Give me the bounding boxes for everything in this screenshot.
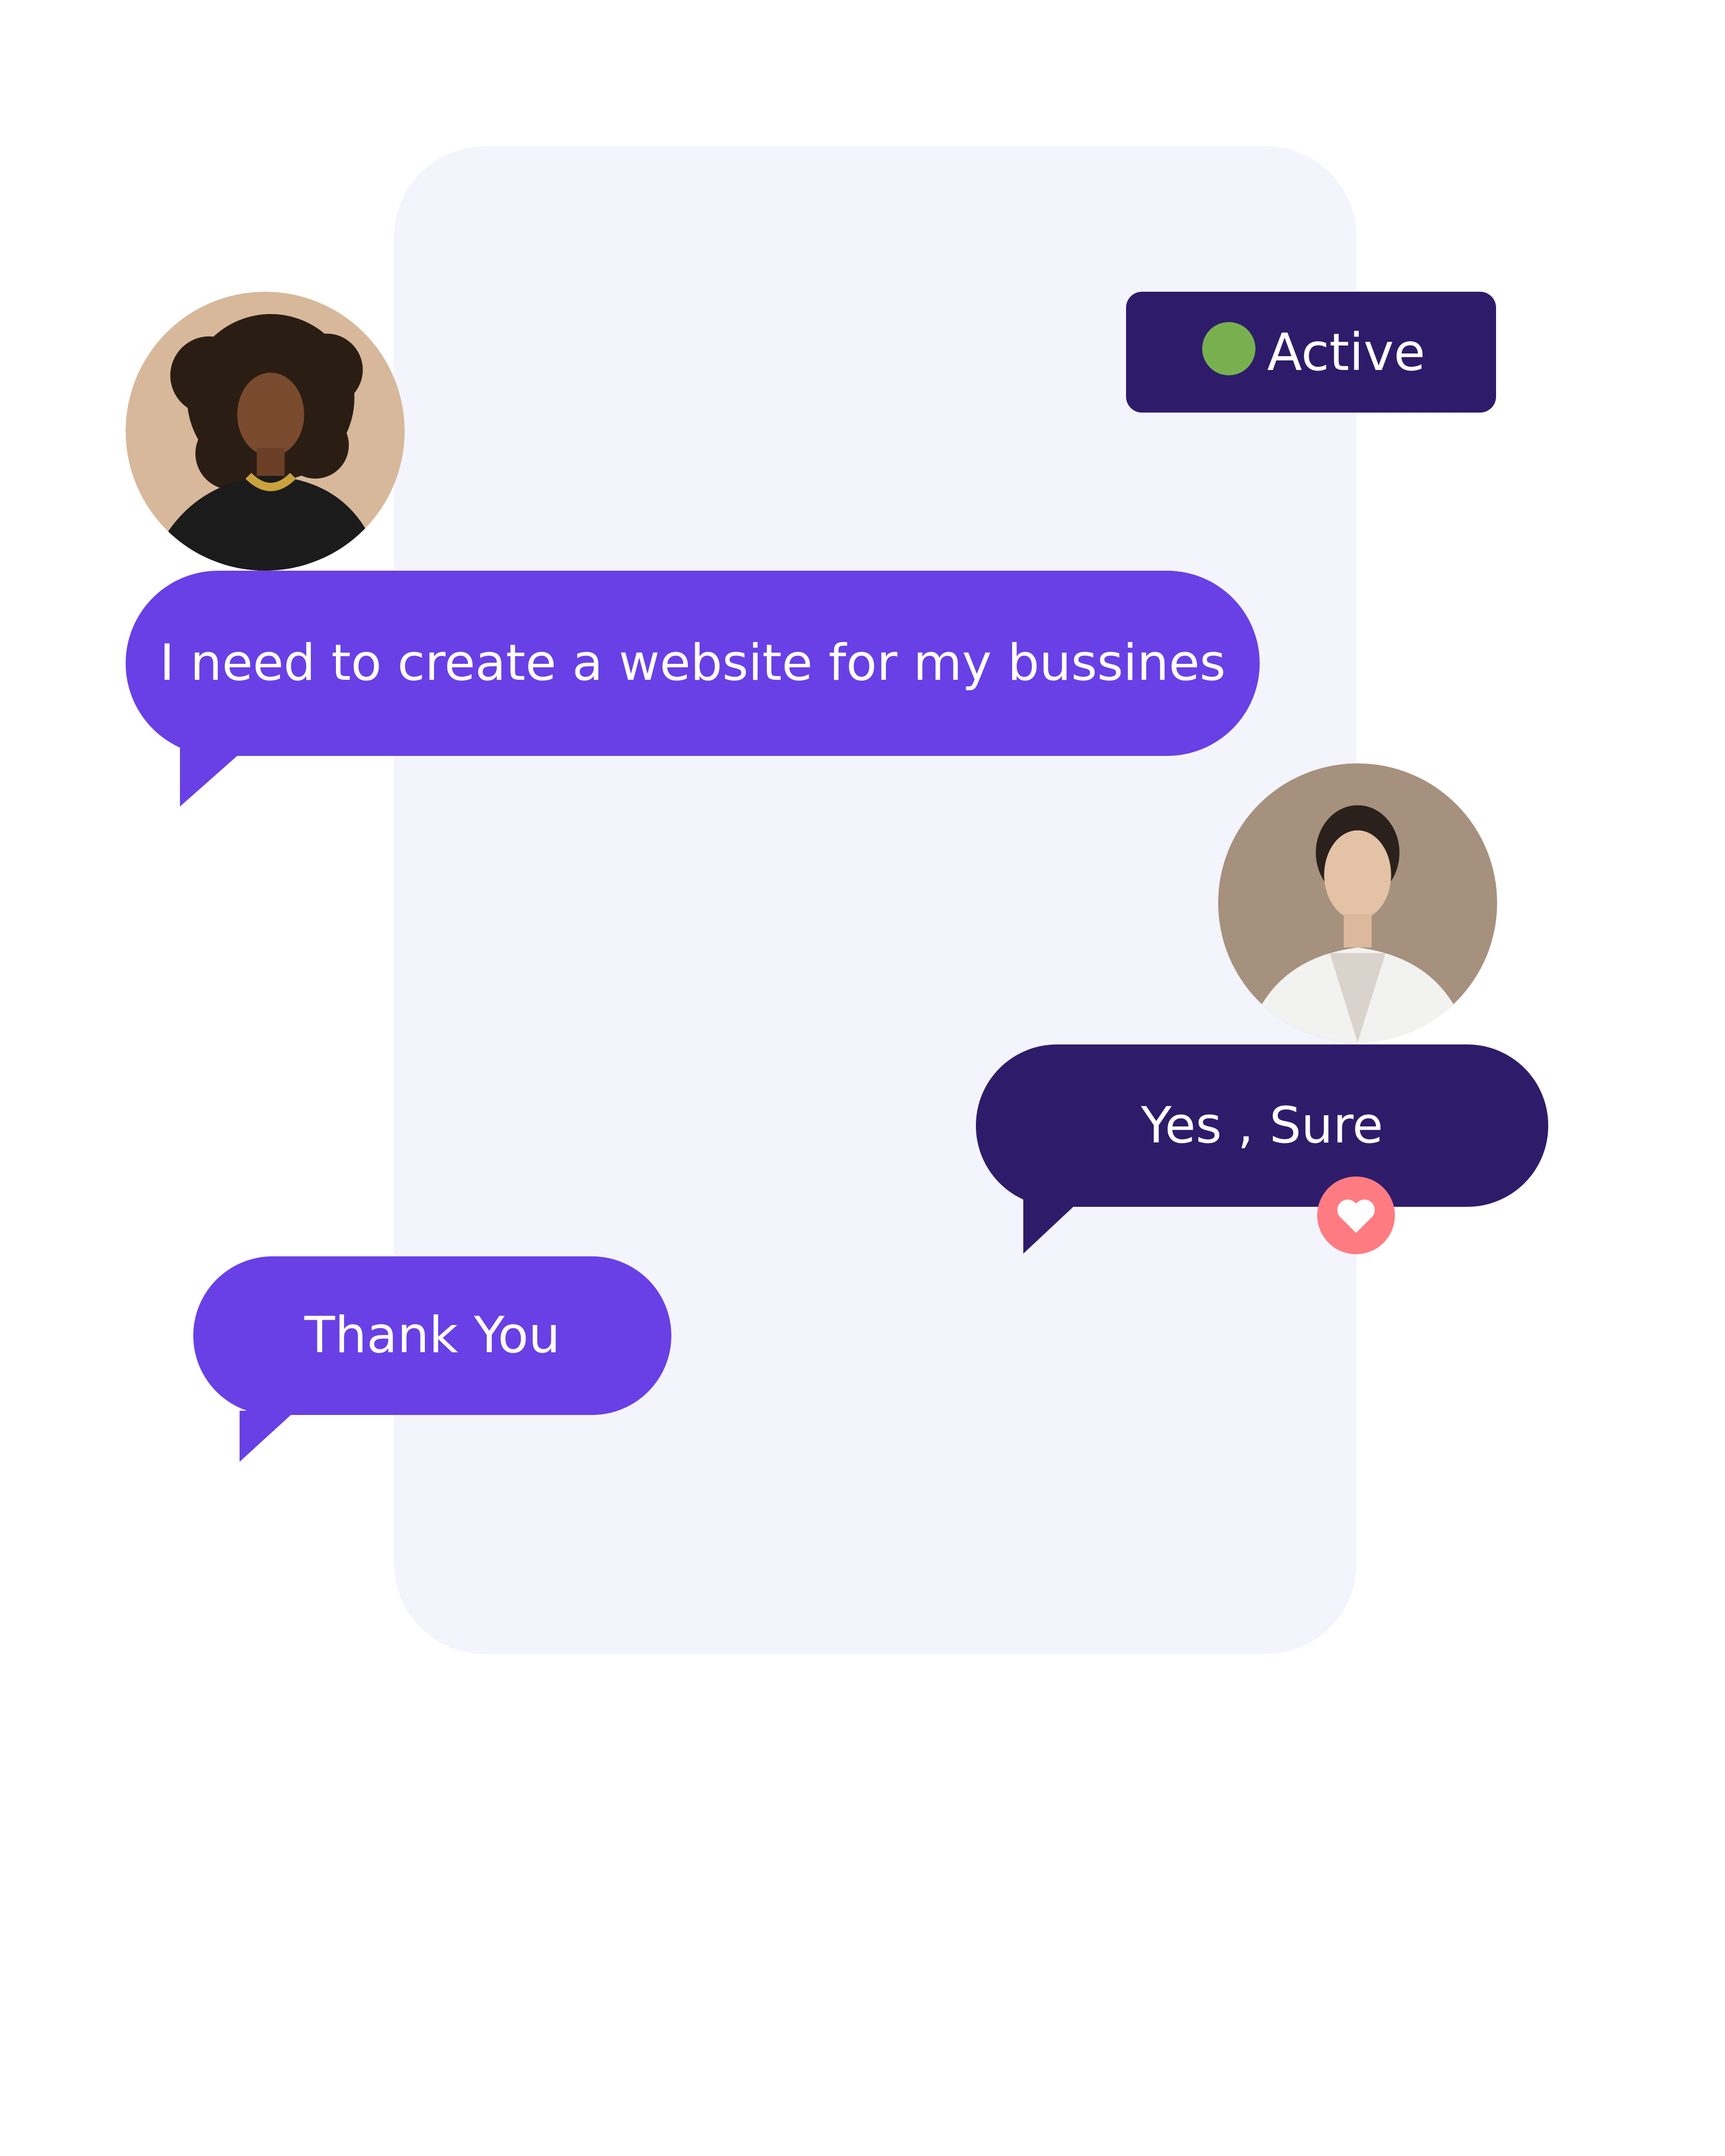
avatar-portrait-woman-dark	[126, 292, 405, 571]
avatar-white-blazer-user[interactable]	[1218, 763, 1497, 1042]
outgoing-message-bubble[interactable]: Yes , Sure	[976, 1044, 1548, 1207]
message-text: Thank You	[304, 1306, 561, 1364]
online-indicator-icon	[1202, 322, 1255, 375]
message-text: I need to create a website for my bussin…	[159, 634, 1226, 692]
avatar-curly-hair-user[interactable]	[126, 292, 405, 571]
active-status-badge: Active	[1126, 292, 1496, 413]
heart-icon	[1337, 1199, 1375, 1233]
incoming-message-bubble[interactable]: I need to create a website for my bussin…	[126, 571, 1260, 756]
incoming-message-bubble[interactable]: Thank You	[193, 1256, 671, 1415]
heart-reaction-icon[interactable]	[1317, 1176, 1395, 1254]
message-text: Yes , Sure	[1140, 1096, 1384, 1155]
avatar-portrait-woman-light	[1218, 763, 1497, 1042]
status-label: Active	[1267, 322, 1425, 382]
bubble-tail	[240, 1411, 295, 1462]
